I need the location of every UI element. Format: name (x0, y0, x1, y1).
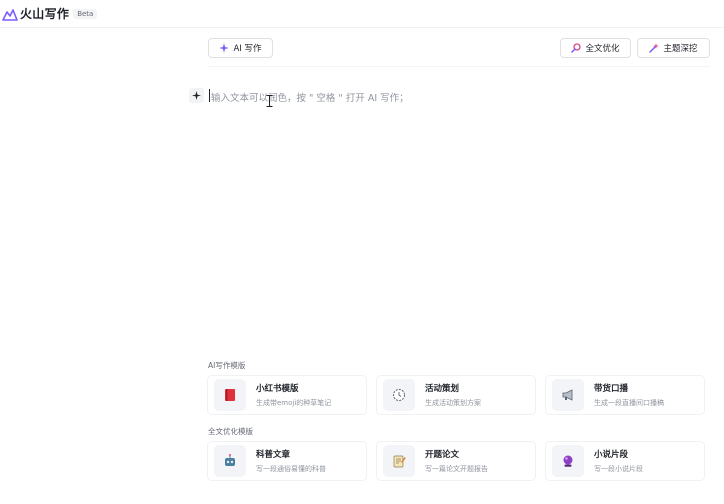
red-book-icon (225, 389, 235, 401)
robot-icon (225, 454, 235, 466)
theme-dig-button[interactable]: 主题深挖 (637, 38, 710, 58)
top-bar: 火山写作 Beta (0, 0, 724, 28)
notepad-icon (393, 455, 406, 468)
card-desc: 写一段小说片段 (594, 465, 643, 473)
card-desc: 写一篇论文开题报告 (425, 465, 488, 473)
card-title: 科普文章 (256, 450, 291, 460)
megaphone-icon (562, 389, 573, 401)
magnifier-icon (571, 43, 582, 53)
card-desc: 生成活动策划方案 (425, 399, 481, 407)
beta-badge: Beta (73, 8, 98, 19)
ai-write-label: AI 写作 (233, 44, 262, 54)
editor-toolbar: AI 写作 全文优化 主题深挖 (208, 38, 710, 58)
polish-button[interactable]: 全文优化 (560, 38, 631, 58)
card-title: 带货口播 (594, 384, 629, 394)
card-title: 小红书模版 (256, 384, 299, 394)
card-desc: 生成一段直播间口播稿 (594, 399, 664, 407)
card-desc: 写一段通俗易懂的科普 (256, 465, 326, 473)
volcano-logo-icon (2, 7, 18, 21)
template-card-popular-science[interactable]: 科普文章 写一段通俗易懂的科普 (208, 442, 366, 480)
app-name: 火山写作 (20, 7, 70, 21)
text-caret (209, 89, 210, 102)
sparkle-icon (192, 91, 201, 100)
crystal-ball-icon (563, 455, 573, 467)
section-label-ai-templates: AI写作模版 (208, 361, 246, 370)
template-card-livestream-script[interactable]: 带货口播 生成一段直播间口播稿 (546, 376, 704, 414)
ibeam-cursor-icon (266, 95, 273, 107)
card-desc: 生成带emoji的种草笔记 (256, 399, 332, 407)
card-title: 开题论文 (425, 450, 460, 460)
toolbar-divider (208, 66, 710, 67)
template-card-novel-excerpt[interactable]: 小说片段 写一段小说片段 (546, 442, 704, 480)
magic-wand-icon (649, 43, 660, 53)
card-title: 小说片段 (594, 450, 629, 460)
editor-input[interactable]: 输入文本可以润色，按 " 空格 " 打开 AI 写作； (211, 90, 409, 104)
template-card-xiaohongshu[interactable]: 小红书模版 生成带emoji的种草笔记 (208, 376, 366, 414)
section-label-polish-templates: 全文优化模版 (208, 427, 253, 436)
insert-block-button[interactable] (189, 88, 204, 103)
polish-label: 全文优化 (585, 44, 620, 54)
theme-dig-label: 主题深挖 (663, 44, 698, 54)
app-root: 火山写作 Beta AI 写作 全文优化 主题深挖 输入文本可以润色，按 " 空… (0, 0, 724, 504)
template-card-event-planning[interactable]: 活动策划 生成活动策划方案 (377, 376, 535, 414)
template-card-thesis-proposal[interactable]: 开题论文 写一篇论文开题报告 (377, 442, 535, 480)
card-title: 活动策划 (425, 384, 460, 394)
sparkle-icon (219, 43, 230, 53)
clock-icon (393, 389, 405, 401)
ai-write-button[interactable]: AI 写作 (208, 38, 273, 58)
